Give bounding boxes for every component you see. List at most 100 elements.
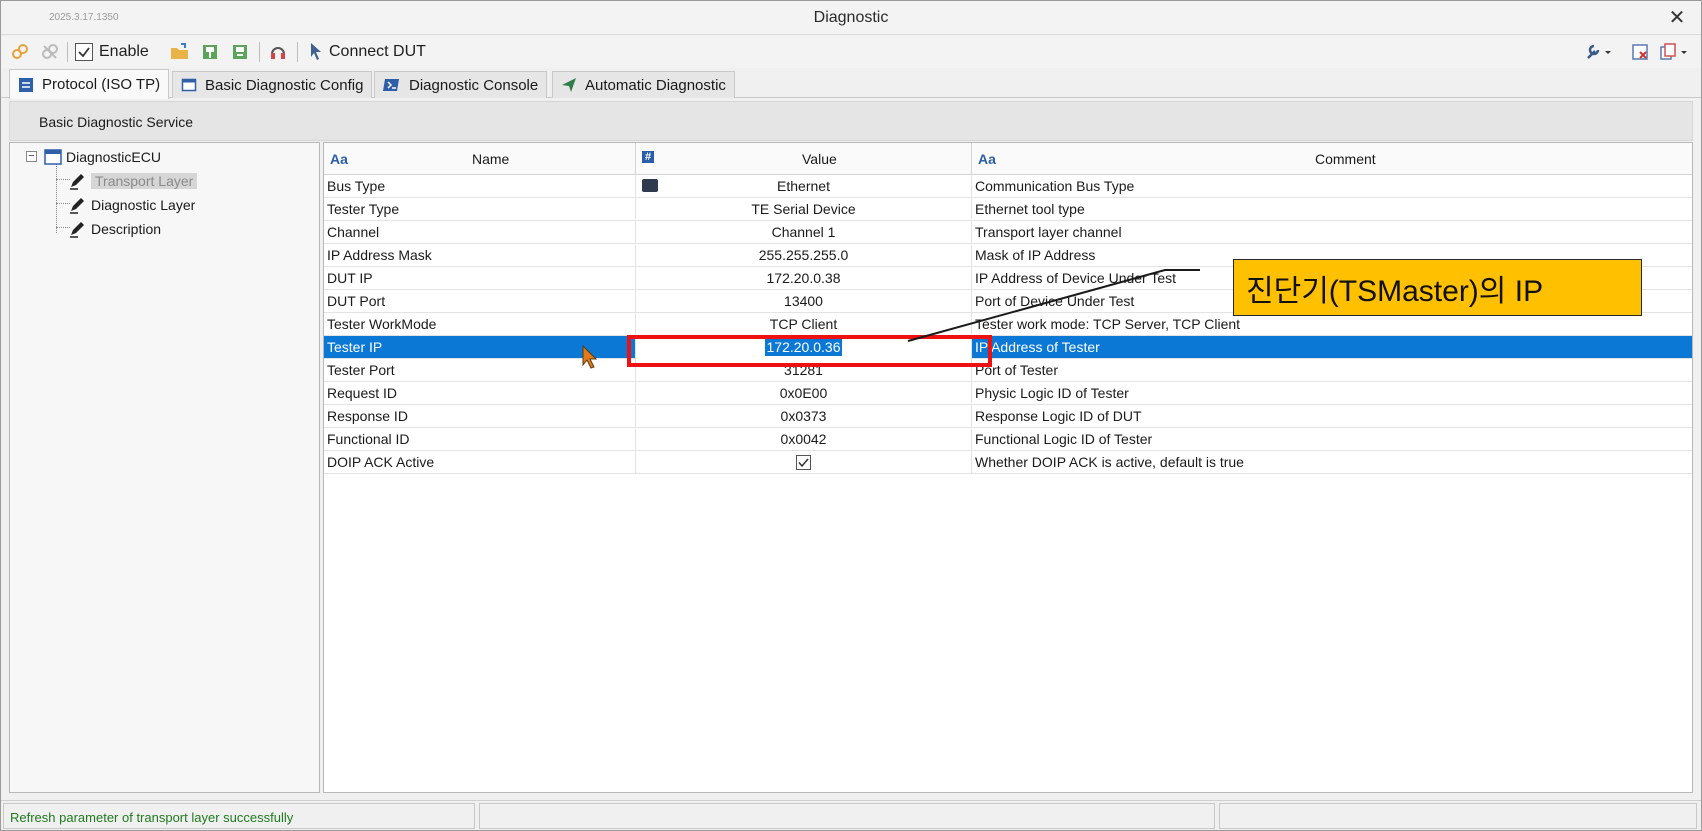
cell-comment: Response Logic ID of DUT (972, 405, 1692, 428)
open-folder-icon[interactable] (169, 41, 191, 63)
tab-automatic-diagnostic[interactable]: Automatic Diagnostic (552, 71, 735, 98)
cell-comment: Ethernet tool type (972, 198, 1692, 221)
annotation-callout: 진단기(TSMaster)의 IP (1233, 259, 1642, 316)
connect-dut-button[interactable]: Connect DUT (309, 41, 439, 63)
status-panel (479, 803, 1215, 829)
table-row[interactable]: Tester WorkMode TCP Client Tester work m… (324, 313, 1692, 336)
cell-value[interactable]: 255.255.255.0 (636, 244, 972, 267)
tab-diagnostic-console[interactable]: Diagnostic Console (374, 71, 548, 98)
cell-value[interactable]: Channel 1 (636, 221, 972, 244)
tree-node-label: Description (91, 221, 162, 237)
cursor-icon (309, 42, 323, 63)
mouse-cursor-icon (582, 344, 598, 372)
table-row[interactable]: Functional ID 0x0042 Functional Logic ID… (324, 428, 1692, 451)
cell-name: IP Address Mask (324, 244, 636, 267)
close-panel-icon[interactable] (1629, 41, 1651, 63)
table-row[interactable]: Response ID 0x0373 Response Logic ID of … (324, 405, 1692, 428)
tab-basic-diagnostic-config[interactable]: Basic Diagnostic Config (172, 71, 373, 98)
cell-comment: IP Address of Tester (972, 336, 1692, 359)
window-icon (181, 77, 197, 93)
diagnostic-window: 2025.3.17.1350 Diagnostic ✕ Enable Conne… (0, 0, 1702, 831)
text-type-icon: Aa (330, 151, 348, 167)
status-panel-message: Refresh parameter of transport layer suc… (3, 803, 475, 829)
cell-name: Response ID (324, 405, 636, 428)
toolbar: Enable Connect DUT (1, 36, 1701, 68)
cell-value[interactable]: 0x0373 (636, 405, 972, 428)
cell-value[interactable]: TCP Client (636, 313, 972, 336)
layout-menu-icon[interactable] (1657, 41, 1691, 63)
headset-icon[interactable] (267, 41, 289, 63)
tree-node-diagnostic-layer[interactable]: Diagnostic Layer (68, 195, 195, 215)
number-type-icon: # (642, 151, 655, 163)
cell-name: Request ID (324, 382, 636, 405)
tree-node-label: Diagnostic Layer (91, 197, 196, 213)
table-row-selected[interactable]: Tester IP 172.20.0.36 IP Address of Test… (324, 336, 1692, 359)
status-message: Refresh parameter of transport layer suc… (10, 810, 294, 825)
import-icon[interactable] (199, 41, 221, 63)
cell-value[interactable]: 0x0042 (636, 428, 972, 451)
column-header-value[interactable]: # Value (636, 143, 972, 175)
cell-name: Functional ID (324, 428, 636, 451)
cell-value[interactable]: 13400 (636, 290, 972, 313)
column-header-label: Comment (1315, 151, 1376, 167)
text-type-icon: Aa (978, 151, 996, 167)
tab-label: Protocol (ISO TP) (42, 76, 161, 93)
cell-comment: Port of Tester (972, 359, 1692, 382)
collapse-toggle[interactable]: − (26, 151, 37, 162)
tab-protocol-iso-tp[interactable]: Protocol (ISO TP) (9, 69, 170, 99)
cell-name: DUT IP (324, 267, 636, 290)
enable-checkbox[interactable]: Enable (75, 41, 157, 63)
cell-comment: Physic Logic ID of Tester (972, 382, 1692, 405)
tree-panel: − DiagnosticECU Transport Layer Diagnost… (9, 142, 320, 793)
title-bar: 2025.3.17.1350 Diagnostic ✕ (1, 1, 1701, 35)
service-header: Basic Diagnostic Service (9, 101, 1693, 141)
export-icon[interactable] (229, 41, 251, 63)
tab-label: Diagnostic Console (409, 76, 539, 94)
tree-node-transport-layer[interactable]: Transport Layer (68, 171, 198, 191)
unlink-icon[interactable] (39, 41, 61, 63)
toolbar-separator (67, 42, 68, 62)
cell-name: Bus Type (324, 175, 636, 198)
grid-header: Aa Name # Value Aa Comment (324, 143, 1692, 175)
tree-node-diagnosticecu[interactable]: DiagnosticECU (44, 147, 161, 167)
doip-ack-checkbox[interactable] (796, 454, 811, 470)
column-header-comment[interactable]: Aa Comment (972, 143, 1692, 175)
cell-name: Tester Type (324, 198, 636, 221)
cell-value-text: Ethernet (777, 178, 830, 194)
send-icon (561, 77, 577, 93)
pencil-icon (68, 196, 86, 214)
console-icon (383, 77, 401, 93)
table-row[interactable]: Tester Type TE Serial Device Ethernet to… (324, 198, 1692, 221)
cell-name: DOIP ACK Active (324, 451, 636, 474)
tab-label: Automatic Diagnostic (585, 76, 726, 94)
table-row[interactable]: Bus Type Ethernet Communication Bus Type (324, 175, 1692, 198)
highlight-box (627, 335, 992, 367)
parameter-grid: Aa Name # Value Aa Comment Bus Type Ethe… (323, 142, 1693, 793)
cell-comment: Communication Bus Type (972, 175, 1692, 198)
link-icon[interactable] (9, 41, 31, 63)
column-header-label: Name (472, 151, 510, 167)
tree-node-description[interactable]: Description (68, 219, 161, 239)
cell-value[interactable]: 172.20.0.38 (636, 267, 972, 290)
cell-value[interactable]: Ethernet (636, 175, 972, 198)
pencil-icon (68, 220, 86, 238)
cell-value[interactable]: 0x0E00 (636, 382, 972, 405)
column-header-name[interactable]: Aa Name (324, 143, 636, 175)
cell-value[interactable]: TE Serial Device (636, 198, 972, 221)
protocol-icon (18, 77, 34, 93)
tools-menu-icon[interactable] (1583, 41, 1615, 63)
tree-node-label: DiagnosticECU (66, 149, 161, 165)
cell-name: Tester WorkMode (324, 313, 636, 336)
tab-bar: Protocol (ISO TP) Basic Diagnostic Confi… (1, 69, 1701, 99)
connect-dut-label: Connect DUT (329, 43, 426, 60)
table-row[interactable]: Request ID 0x0E00 Physic Logic ID of Tes… (324, 382, 1692, 405)
table-row[interactable]: Tester Port 31281 Port of Tester (324, 359, 1692, 382)
tree-node-label: Transport Layer (91, 173, 198, 189)
close-button[interactable]: ✕ (1665, 6, 1689, 30)
cell-value (636, 451, 972, 474)
basic-diagnostic-service-button[interactable]: Basic Diagnostic Service (39, 114, 193, 130)
toolbar-separator (297, 42, 298, 62)
checkbox-icon (75, 43, 93, 61)
table-row[interactable]: Channel Channel 1 Transport layer channe… (324, 221, 1692, 244)
table-row[interactable]: DOIP ACK Active Whether DOIP ACK is acti… (324, 451, 1692, 474)
